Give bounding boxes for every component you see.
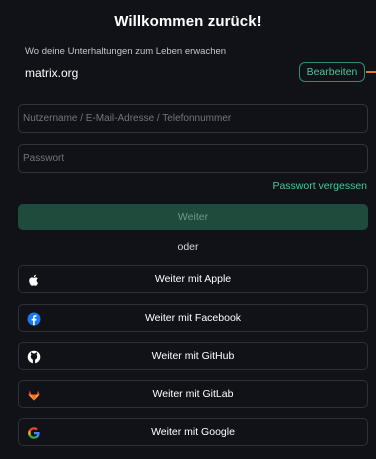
sso-google-label: Weiter mit Google xyxy=(151,426,235,438)
server-name: matrix.org xyxy=(25,66,79,80)
or-divider: oder xyxy=(177,241,199,253)
sso-facebook-button[interactable]: Weiter mit Facebook xyxy=(18,304,368,332)
continue-button[interactable]: Weiter xyxy=(18,204,368,230)
sso-facebook-label: Weiter mit Facebook xyxy=(144,312,242,324)
server-tagline: Wo deine Unterhaltungen zum Leben erwach… xyxy=(25,46,227,57)
sso-google-button[interactable]: Weiter mit Google xyxy=(18,418,368,446)
sso-github-button[interactable]: Weiter mit GitHub xyxy=(18,342,368,370)
sso-gitlab-button[interactable]: Weiter mit GitLab xyxy=(18,380,368,408)
pointer-arrow xyxy=(366,71,376,73)
edit-server-button[interactable]: Bearbeiten xyxy=(299,62,365,82)
username-input[interactable] xyxy=(18,104,368,133)
sso-github-label: Weiter mit GitHub xyxy=(151,350,235,362)
password-input[interactable] xyxy=(18,144,368,173)
sso-gitlab-label: Weiter mit GitLab xyxy=(152,388,234,400)
sso-apple-label: Weiter mit Apple xyxy=(154,273,232,285)
page-title: Willkommen zurück! xyxy=(114,13,262,30)
forgot-password-link[interactable]: Passwort vergessen xyxy=(272,180,367,192)
sso-apple-button[interactable]: Weiter mit Apple xyxy=(18,265,368,293)
